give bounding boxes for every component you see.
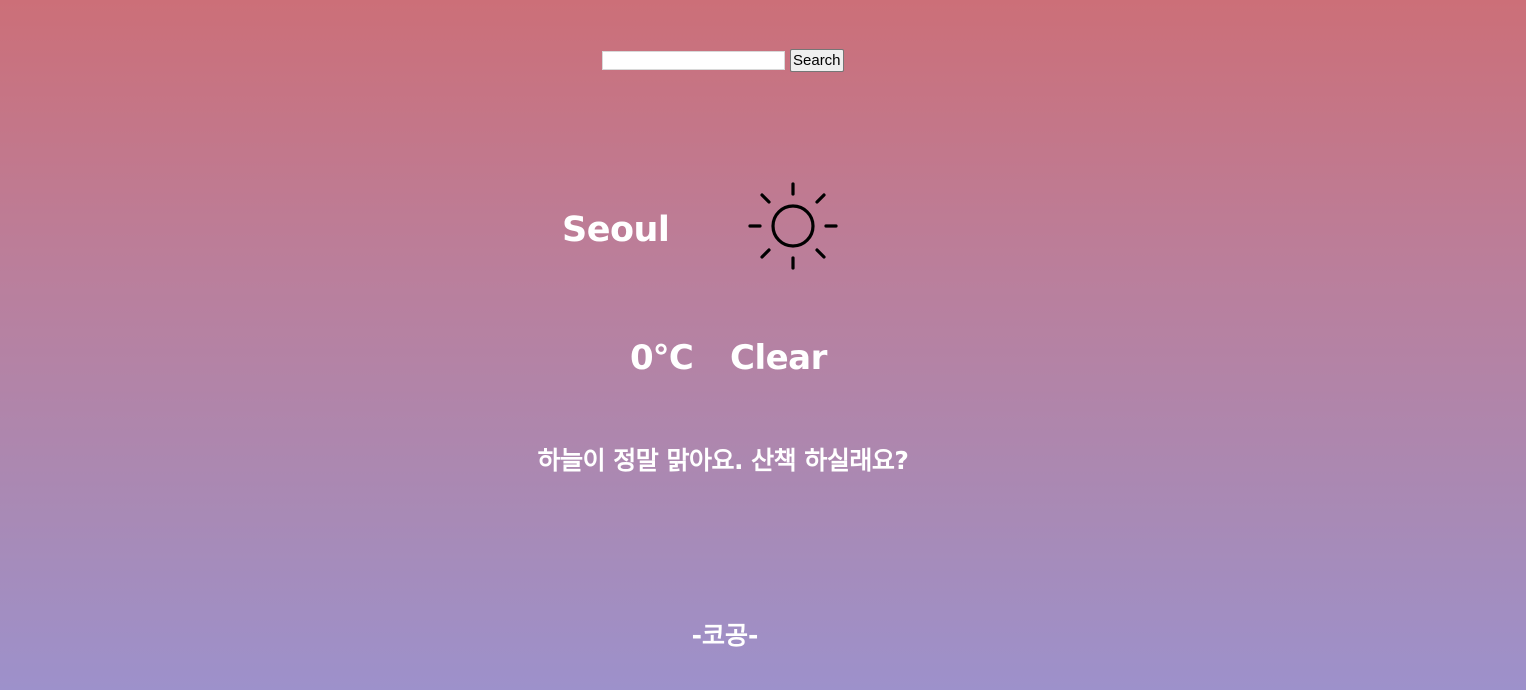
search-input[interactable] — [602, 51, 785, 70]
weather-message: 하늘이 정말 맑아요. 산책 하실래요? — [537, 446, 909, 475]
search-button[interactable]: Search — [790, 49, 844, 72]
sun-icon — [746, 180, 840, 274]
city-name: Seoul — [562, 210, 670, 250]
search-bar: Search — [602, 49, 844, 72]
footer-text: -코공- — [691, 621, 759, 650]
temperature: 0℃ — [630, 338, 694, 378]
weather-condition: Clear — [730, 338, 827, 378]
